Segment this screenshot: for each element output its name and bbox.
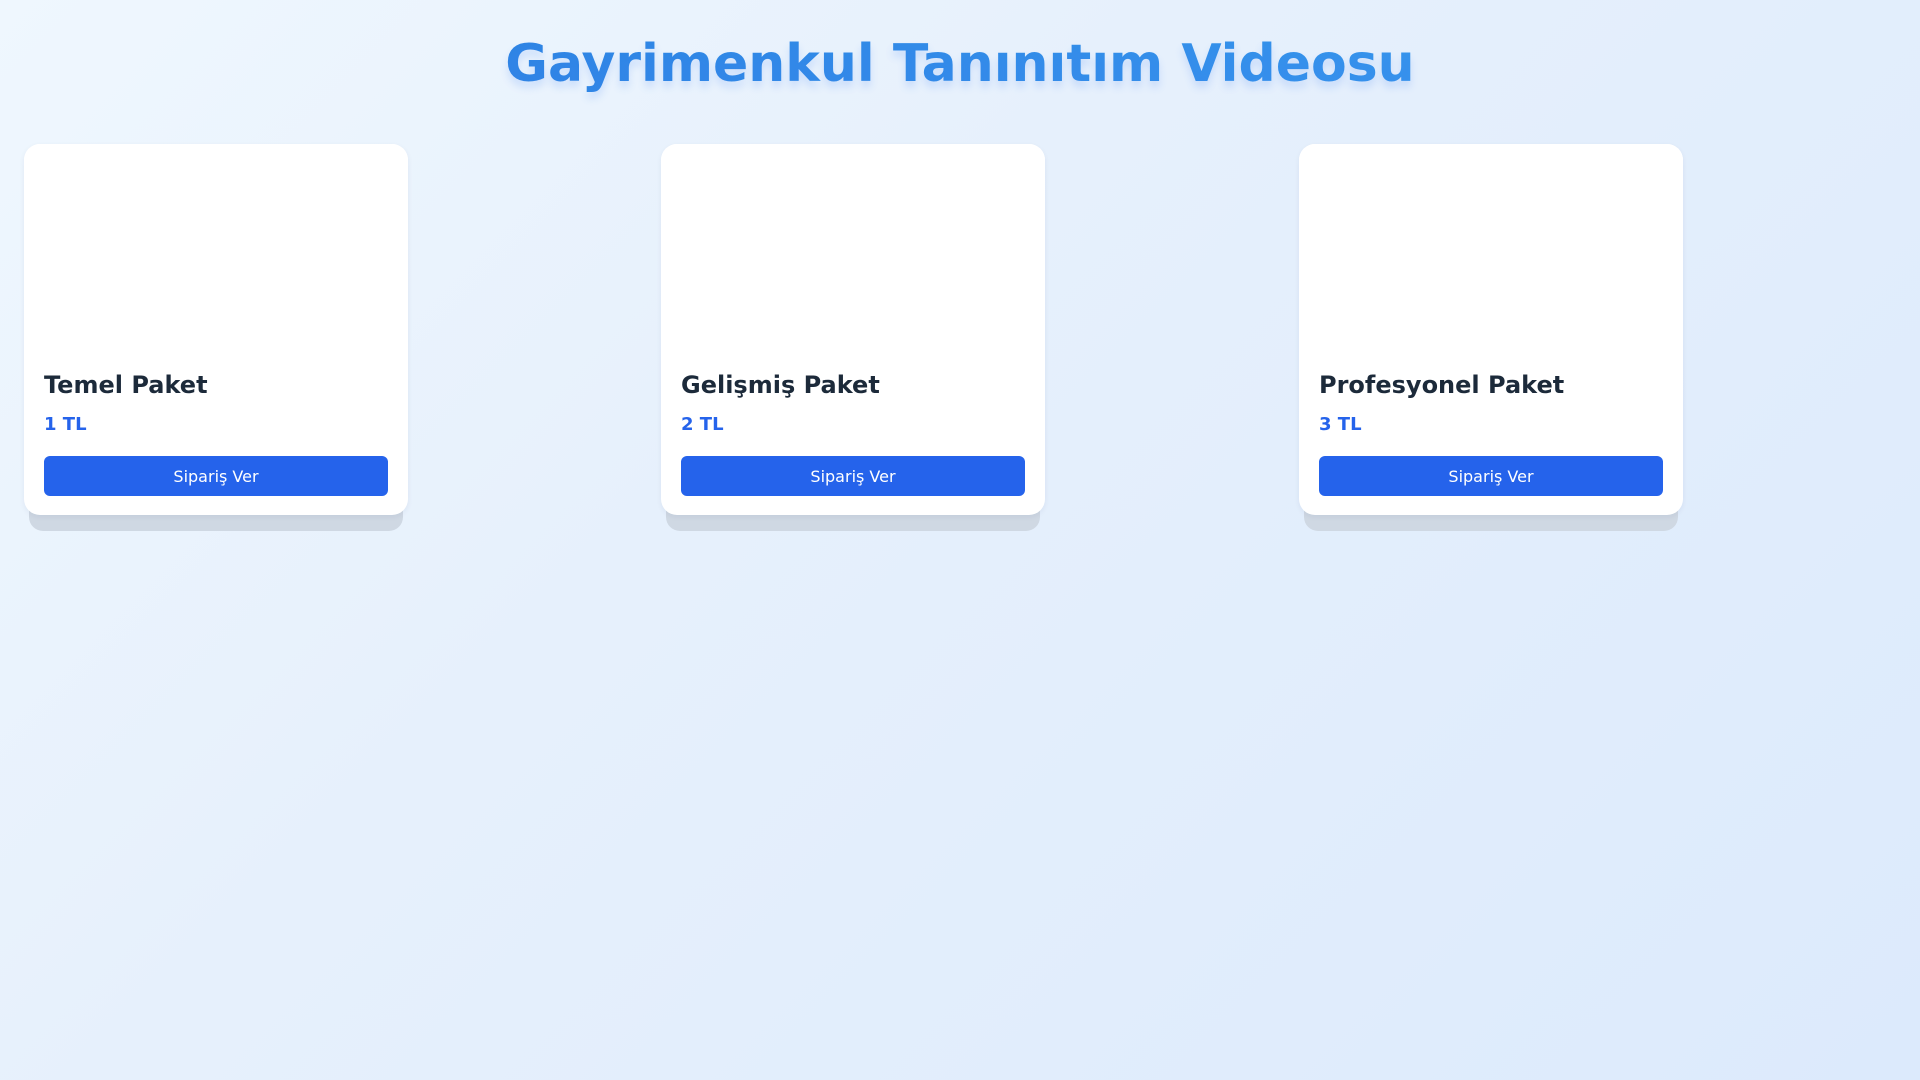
package-card: Gelişmiş Paket 2 TL Sipariş Ver xyxy=(661,144,1045,515)
package-name: Temel Paket xyxy=(44,371,208,399)
package-image xyxy=(661,144,1045,344)
package-card-temel: Temel Paket 1 TL Sipariş Ver xyxy=(24,144,408,531)
package-card-profesyonel: Profesyonel Paket 3 TL Sipariş Ver xyxy=(1299,144,1683,531)
order-button[interactable]: Sipariş Ver xyxy=(1319,456,1663,496)
package-price: 1 TL xyxy=(44,414,87,435)
package-name: Profesyonel Paket xyxy=(1319,371,1565,399)
page-title: Gayrimenkul Tanınıtım Videosu xyxy=(0,28,1920,100)
package-price: 2 TL xyxy=(681,414,724,435)
order-button[interactable]: Sipariş Ver xyxy=(681,456,1025,496)
package-name: Gelişmiş Paket xyxy=(681,371,880,399)
order-button[interactable]: Sipariş Ver xyxy=(44,456,388,496)
package-card: Temel Paket 1 TL Sipariş Ver xyxy=(24,144,408,515)
package-card-gelismis: Gelişmiş Paket 2 TL Sipariş Ver xyxy=(661,144,1045,531)
package-image xyxy=(1299,144,1683,344)
package-price: 3 TL xyxy=(1319,414,1362,435)
package-card: Profesyonel Paket 3 TL Sipariş Ver xyxy=(1299,144,1683,515)
package-image xyxy=(24,144,408,344)
